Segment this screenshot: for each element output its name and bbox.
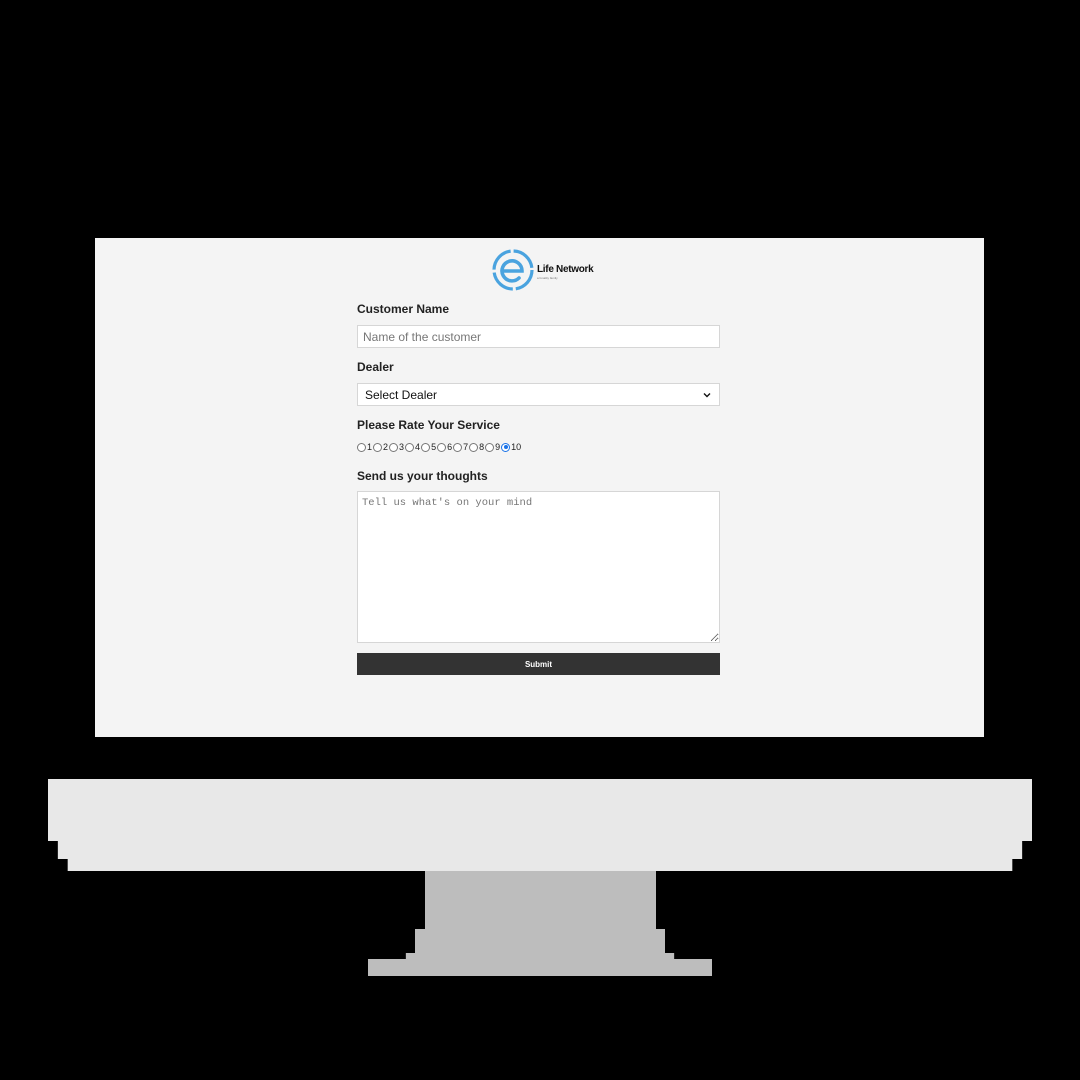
rating-label: Please Rate Your Service <box>357 418 500 432</box>
thoughts-textarea[interactable] <box>357 491 720 643</box>
rating-option-label: 7 <box>463 442 469 452</box>
submit-button[interactable]: Submit <box>357 653 720 675</box>
monitor-stand <box>415 929 665 953</box>
dealer-selected-value: Select Dealer <box>365 387 438 402</box>
chevron-down-icon <box>703 392 711 397</box>
brand-name: Life Network <box>537 264 594 275</box>
rating-radio-3[interactable] <box>389 442 399 452</box>
browser-screen: Life Network a fonality family Customer … <box>95 238 984 737</box>
rating-radio-10[interactable] <box>501 442 511 452</box>
life-network-logo-icon <box>492 249 534 291</box>
dealer-select[interactable]: Select Dealer <box>357 383 720 406</box>
rating-radio-4[interactable] <box>405 442 415 452</box>
customer-name-label: Customer Name <box>357 302 450 316</box>
rating-option-label: 8 <box>479 442 485 452</box>
monitor-stand-base <box>368 953 712 976</box>
customer-name-input[interactable] <box>357 325 720 348</box>
brand-logo: Life Network a fonality family <box>491 249 594 291</box>
brand-tagline: a fonality family <box>537 276 558 280</box>
dealer-label: Dealer <box>357 360 394 374</box>
rating-radio-1[interactable] <box>357 442 366 452</box>
rating-option-label: 10 <box>511 442 522 452</box>
rating-option-label: 1 <box>367 442 373 452</box>
rating-option-label: 2 <box>383 442 389 452</box>
rating-radio-9[interactable] <box>485 442 495 452</box>
monitor-bezel <box>48 779 1032 871</box>
rating-radio-2[interactable] <box>373 442 383 452</box>
thoughts-label: Send us your thoughts <box>357 469 488 483</box>
rating-option-label: 6 <box>447 442 453 452</box>
rating-option-label: 9 <box>495 442 501 452</box>
rating-option-label: 4 <box>415 442 421 452</box>
rating-radio-6[interactable] <box>437 442 447 452</box>
rating-radio-5[interactable] <box>421 442 431 452</box>
monitor-stand-neck <box>425 871 656 931</box>
rating-option-label: 3 <box>399 442 405 452</box>
rating-radio-7[interactable] <box>453 442 463 452</box>
rating-radio-8[interactable] <box>469 442 479 452</box>
rating-option-label: 5 <box>431 442 437 452</box>
rating-group: 1 2 3 4 5 6 7 8 9 10 <box>357 442 522 452</box>
